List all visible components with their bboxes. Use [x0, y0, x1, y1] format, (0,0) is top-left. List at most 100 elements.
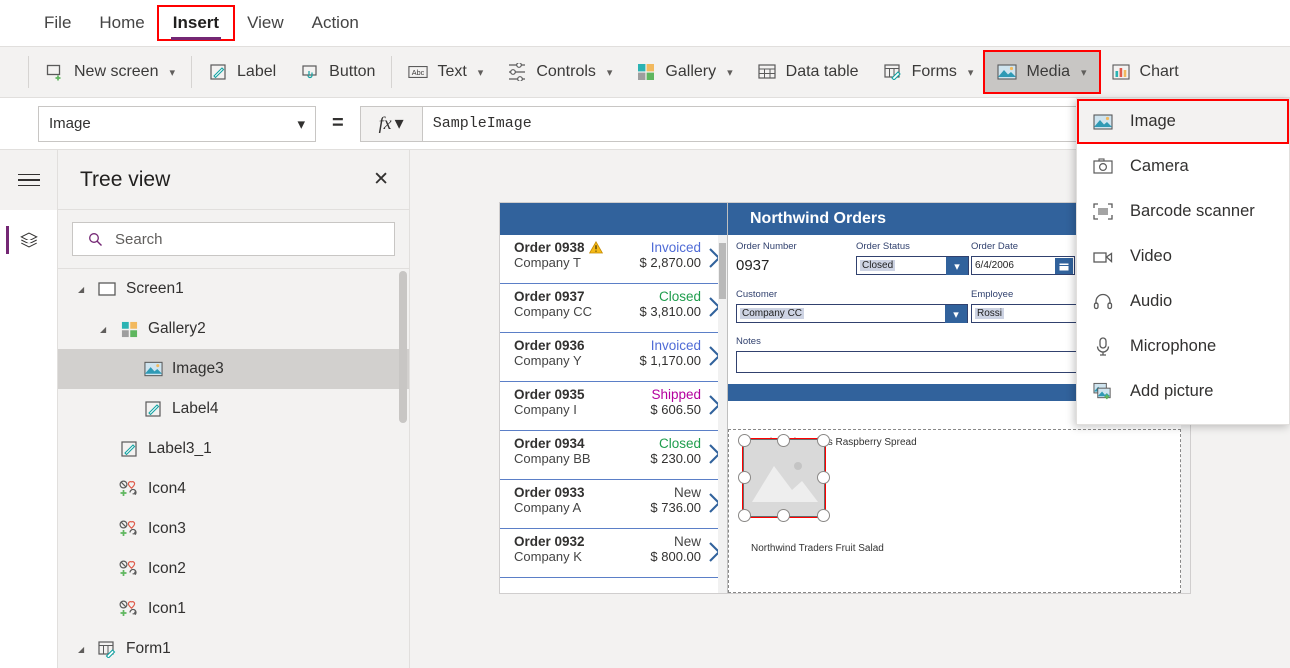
tree-item-icon3[interactable]: Icon3: [58, 509, 409, 549]
image-icon: [1093, 112, 1113, 132]
gallery-item[interactable]: Order 0938 Invoiced Company T $ 2,870.00: [500, 235, 727, 284]
hamburger-icon: [17, 170, 40, 191]
product-media-gallery[interactable]: Northwind Traders Raspberry Spread North…: [728, 429, 1181, 593]
resize-handle-n[interactable]: [777, 434, 790, 447]
media-menu-item-image[interactable]: Image: [1077, 99, 1289, 144]
resize-handle-ne[interactable]: [817, 434, 830, 447]
ribbon-data-table-label: Data table: [785, 63, 859, 80]
resize-handle-s[interactable]: [777, 509, 790, 522]
ribbon-gallery-button[interactable]: Gallery ▾: [624, 52, 744, 92]
form-scrollbar[interactable]: [1181, 413, 1190, 593]
orders-gallery[interactable]: Order 0938 Invoiced Company T $ 2,870.00…: [500, 203, 728, 593]
menu-item-home[interactable]: Home: [85, 7, 158, 39]
ribbon-forms-button[interactable]: Forms ▾: [871, 52, 986, 92]
controls-icon: [507, 62, 527, 82]
insert-ribbon: New screen ▾ Label Button Abc Text ▾ Con…: [0, 46, 1290, 98]
gallery-scrollbar-thumb[interactable]: [719, 243, 726, 299]
tree-item-form1[interactable]: ◢ Form1: [58, 629, 409, 668]
order-amount: $ 736.00: [650, 500, 701, 515]
customer-dropdown[interactable]: Company CC ▾: [736, 304, 968, 323]
close-icon[interactable]: ✕: [373, 168, 389, 191]
gallery-scrollbar[interactable]: [718, 235, 727, 593]
media-menu-item-label: Barcode scanner: [1130, 202, 1255, 220]
employee-value: Rossi: [975, 308, 1005, 319]
tree-scrollbar-thumb[interactable]: [399, 271, 407, 423]
tree-item-label: Icon2: [148, 560, 186, 577]
image-icon: [143, 359, 163, 379]
ribbon-new-screen-button[interactable]: New screen ▾: [33, 52, 187, 92]
video-icon: [1093, 247, 1113, 267]
resize-handle-w[interactable]: [738, 471, 751, 484]
resize-handle-nw[interactable]: [738, 434, 751, 447]
media-menu-item-microphone[interactable]: Microphone: [1077, 324, 1289, 369]
ribbon-chart-button[interactable]: Chart: [1099, 52, 1191, 92]
ribbon-data-table-button[interactable]: Data table: [745, 52, 871, 92]
menu-item-action[interactable]: Action: [298, 7, 373, 39]
media-menu-item-label: Audio: [1130, 292, 1173, 310]
ribbon-controls-button[interactable]: Controls ▾: [495, 52, 624, 92]
media-menu-item-barcode-scanner[interactable]: Barcode scanner: [1077, 189, 1289, 234]
media-menu-item-label: Microphone: [1130, 337, 1217, 355]
add-picture-icon: [1093, 382, 1113, 402]
audio-icon: [1093, 292, 1113, 312]
tree-item-icon1[interactable]: Icon1: [58, 589, 409, 629]
order-number: Order 0937: [514, 289, 585, 304]
chevron-down-icon: ▾: [606, 66, 613, 79]
expand-twisty-icon[interactable]: ◢: [78, 645, 88, 654]
tree-scrollbar[interactable]: [399, 271, 407, 668]
tree-item-icon4[interactable]: Icon4: [58, 469, 409, 509]
selected-image-control[interactable]: [738, 434, 830, 522]
menu-item-file[interactable]: File: [30, 7, 85, 39]
menu-item-insert[interactable]: Insert: [156, 5, 236, 41]
tree-item-label: Icon1: [148, 600, 186, 617]
employee-label: Employee: [971, 289, 1014, 300]
media-menu-item-add-picture[interactable]: Add picture: [1077, 369, 1289, 414]
media-menu-item-audio[interactable]: Audio: [1077, 279, 1289, 324]
order-date-input[interactable]: 6/4/2006: [971, 256, 1075, 275]
menu-item-view[interactable]: View: [233, 7, 298, 39]
fx-label: fx: [378, 113, 392, 133]
tree-item-screen1[interactable]: ◢ Screen1: [58, 269, 409, 309]
gallery-item[interactable]: Order 0936 Invoiced Company Y $ 1,170.00: [500, 333, 727, 382]
tree-item-label4[interactable]: Label4: [58, 389, 409, 429]
hamburger-button[interactable]: [0, 150, 57, 210]
chart-icon: [1111, 62, 1131, 82]
media-menu-item-camera[interactable]: Camera: [1077, 144, 1289, 189]
gallery-item[interactable]: Order 0935 Shipped Company I $ 606.50: [500, 382, 727, 431]
tree-item-image3[interactable]: Image3: [58, 349, 409, 389]
fx-button[interactable]: fx ▾: [359, 105, 422, 142]
calendar-icon[interactable]: [1055, 258, 1073, 274]
tree-item-gallery2[interactable]: ◢ Gallery2: [58, 309, 409, 349]
gallery-item[interactable]: Order 0932 New Company K $ 800.00: [500, 529, 727, 578]
tree-item-list[interactable]: ◢ Screen1 ◢ Gallery2 Image3 Label4 Label…: [58, 269, 409, 668]
tree-view-header: Tree view ✕: [58, 150, 409, 210]
employee-input[interactable]: Rossi: [971, 304, 1091, 323]
order-number-text: Order 0938: [514, 240, 585, 255]
ribbon-text-button[interactable]: Abc Text ▾: [396, 52, 495, 92]
tree-item-label3-1[interactable]: Label3_1: [58, 429, 409, 469]
gallery-item[interactable]: Order 0934 Closed Company BB $ 230.00: [500, 431, 727, 480]
formula-input[interactable]: SampleImage: [421, 105, 1090, 142]
media-menu-item-video[interactable]: Video: [1077, 234, 1289, 279]
expand-twisty-icon[interactable]: ◢: [78, 285, 88, 294]
gallery-item[interactable]: Order 0937 Closed Company CC $ 3,810.00: [500, 284, 727, 333]
tree-item-icon2[interactable]: Icon2: [58, 549, 409, 589]
ribbon-label-button[interactable]: Label: [196, 52, 288, 92]
tree-item-label: Label3_1: [148, 440, 212, 457]
search-input[interactable]: Search: [72, 222, 395, 256]
resize-handle-e[interactable]: [817, 471, 830, 484]
order-company: Company I: [514, 402, 577, 417]
chevron-down-icon: ▾: [727, 66, 733, 79]
resize-handle-se[interactable]: [817, 509, 830, 522]
icon-glyph: [119, 599, 139, 619]
gallery-item[interactable]: Order 0933 New Company A $ 736.00: [500, 480, 727, 529]
ribbon-button-button[interactable]: Button: [288, 52, 387, 92]
rail-item-tree-view[interactable]: [0, 210, 57, 270]
resize-handle-sw[interactable]: [738, 509, 751, 522]
order-status-dropdown[interactable]: Closed ▾: [856, 256, 969, 275]
ribbon-media-button[interactable]: Media ▾: [983, 50, 1101, 94]
chevron-down-icon[interactable]: ▾: [945, 305, 967, 323]
expand-twisty-icon[interactable]: ◢: [100, 325, 110, 334]
chevron-down-icon[interactable]: ▾: [946, 257, 968, 275]
property-selector[interactable]: Image ▾: [38, 105, 316, 142]
